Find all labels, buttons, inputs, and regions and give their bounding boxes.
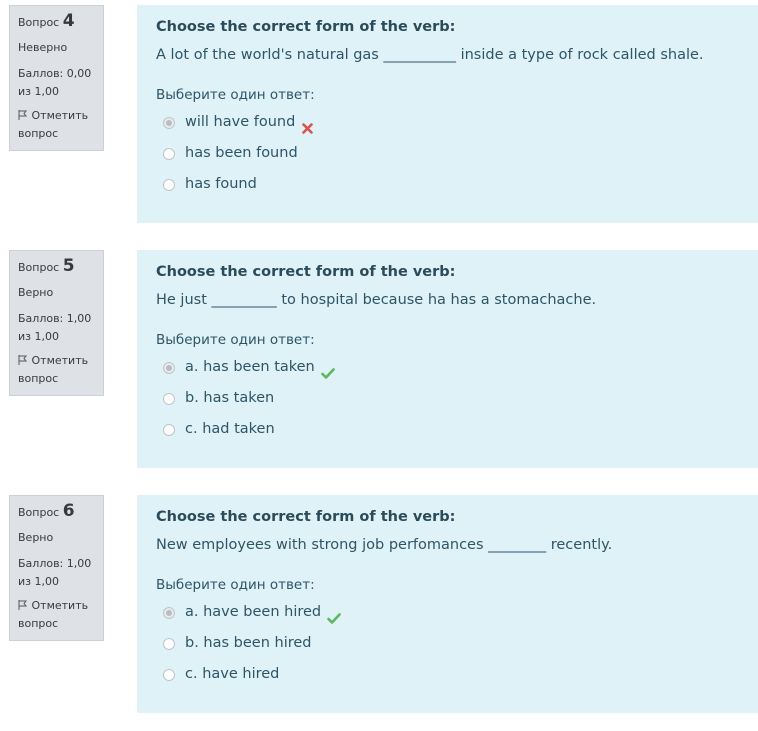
- question-info: Вопрос 4 Неверно Баллов: 0,00 из 1,00 От…: [9, 5, 104, 151]
- answer-option-label: a. has been taken: [185, 359, 315, 375]
- answer-option[interactable]: b. has been hired: [156, 628, 748, 659]
- answer-prompt: Выберите один ответ:: [156, 332, 315, 348]
- flag-question-link[interactable]: Отметить вопрос: [18, 352, 103, 388]
- answer-prompt: Выберите один ответ:: [156, 577, 315, 593]
- question-info: Вопрос 6 Верно Баллов: 1,00 из 1,00 Отме…: [9, 495, 104, 641]
- flag-icon: [18, 108, 28, 120]
- answer-option[interactable]: b. has taken: [156, 383, 748, 414]
- answer-option-label: a. have been hired: [185, 604, 322, 620]
- correct-icon: [320, 361, 335, 379]
- answer-option[interactable]: will have found: [156, 107, 748, 138]
- radio-button[interactable]: [163, 147, 175, 160]
- flag-question-label: Отметить вопрос: [18, 599, 89, 630]
- question-text: A lot of the world's natural gas _______…: [156, 47, 704, 63]
- answer-prompt: Выберите один ответ:: [156, 87, 315, 103]
- answer-option-label: b. has taken: [185, 390, 275, 406]
- flag-icon: [18, 353, 28, 365]
- question-label: Вопрос: [18, 261, 60, 274]
- radio-button[interactable]: [163, 392, 175, 405]
- answer-option-label: will have found: [185, 114, 296, 130]
- radio-button[interactable]: [163, 668, 175, 681]
- answer-option[interactable]: has been found: [156, 138, 748, 169]
- flag-question-link[interactable]: Отметить вопрос: [18, 107, 103, 143]
- correct-icon: [327, 606, 341, 624]
- question-info: Вопрос 5 Верно Баллов: 1,00 из 1,00 Отме…: [9, 250, 104, 396]
- answer-option-label: c. had taken: [185, 421, 275, 437]
- question-grade: Баллов: 1,00 из 1,00: [18, 557, 92, 588]
- flag-icon: [18, 598, 28, 610]
- answer-option[interactable]: c. had taken: [156, 414, 748, 445]
- question-grade: Баллов: 1,00 из 1,00: [18, 312, 92, 343]
- answer-option[interactable]: has found: [156, 169, 748, 200]
- question-number: 4: [62, 11, 75, 31]
- question-title: Choose the correct form of the verb:: [156, 509, 456, 525]
- incorrect-icon: [301, 116, 314, 134]
- question-state: Верно: [18, 531, 54, 544]
- radio-button[interactable]: [163, 637, 175, 650]
- radio-button[interactable]: [163, 606, 175, 619]
- question-number: 6: [62, 501, 75, 521]
- answer-option-label: has found: [185, 176, 257, 192]
- question-state: Верно: [18, 286, 54, 299]
- answer-option-label: c. have hired: [185, 666, 280, 682]
- question-label: Вопрос: [18, 16, 60, 29]
- radio-button[interactable]: [163, 116, 175, 129]
- question-content: Choose the correct form of the verb: A l…: [137, 5, 758, 223]
- question-number: 5: [62, 256, 75, 276]
- question-state: Неверно: [18, 41, 68, 54]
- flag-question-label: Отметить вопрос: [18, 109, 89, 140]
- question-label: Вопрос: [18, 506, 60, 519]
- question-text: He just _________ to hospital because ha…: [156, 292, 597, 308]
- answer-option[interactable]: c. have hired: [156, 659, 748, 690]
- question-content: Choose the correct form of the verb: He …: [137, 250, 758, 468]
- answer-option-label: has been found: [185, 145, 298, 161]
- question-title: Choose the correct form of the verb:: [156, 264, 456, 280]
- answer-options: will have found has been found has found: [156, 107, 748, 200]
- answer-options: a. have been hired b. has been hired c. …: [156, 597, 748, 690]
- answer-option[interactable]: a. have been hired: [156, 597, 748, 628]
- flag-question-link[interactable]: Отметить вопрос: [18, 597, 103, 633]
- radio-button[interactable]: [163, 361, 175, 374]
- radio-button[interactable]: [163, 423, 175, 436]
- question-grade: Баллов: 0,00 из 1,00: [18, 67, 92, 98]
- answer-option[interactable]: a. has been taken: [156, 352, 748, 383]
- question-text: New employees with strong job perfomance…: [156, 537, 613, 553]
- answer-options: a. has been taken b. has taken c. had ta…: [156, 352, 748, 445]
- answer-option-label: b. has been hired: [185, 635, 312, 651]
- flag-question-label: Отметить вопрос: [18, 354, 89, 385]
- question-title: Choose the correct form of the verb:: [156, 19, 456, 35]
- question-content: Choose the correct form of the verb: New…: [137, 495, 758, 713]
- radio-button[interactable]: [163, 178, 175, 191]
